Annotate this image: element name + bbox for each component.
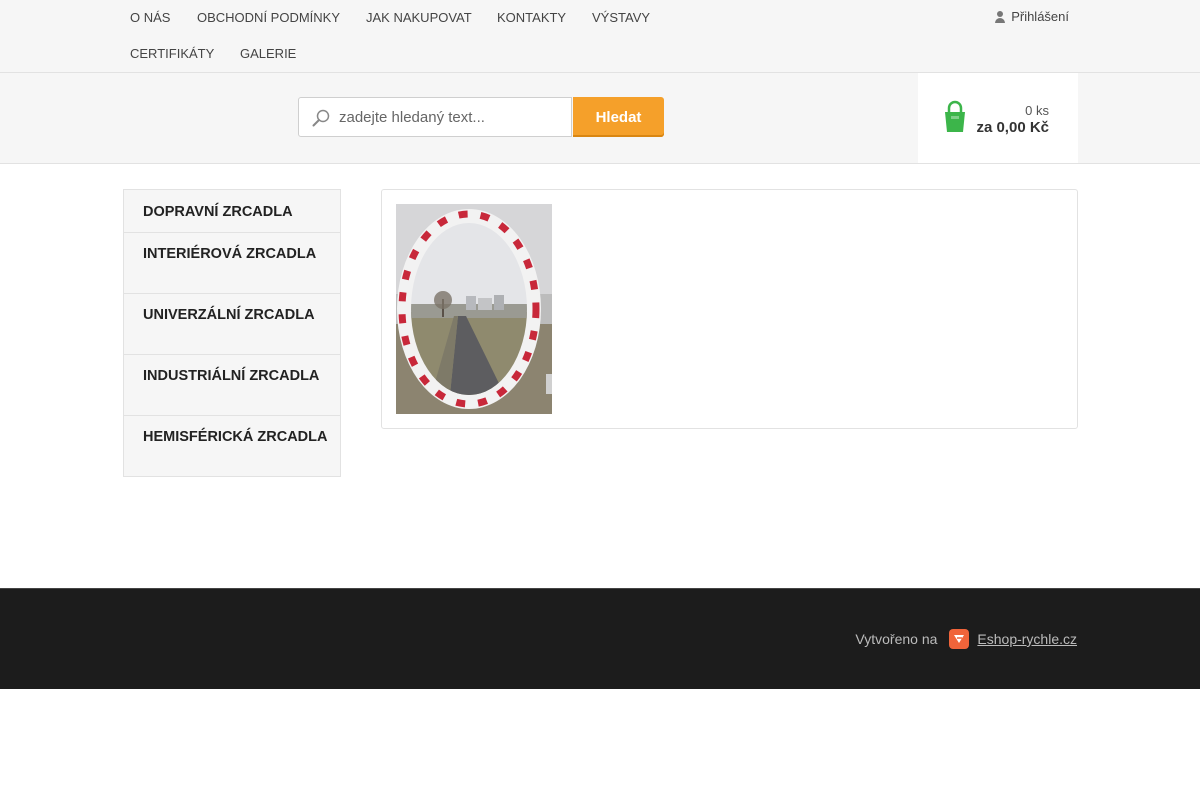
- search-box: [298, 97, 572, 137]
- cart-icon: [945, 100, 965, 132]
- category-item[interactable]: INDUSTRIÁLNÍ ZRCADLA: [124, 355, 340, 416]
- nav-link-galerie[interactable]: GALERIE: [240, 46, 296, 62]
- category-item[interactable]: UNIVERZÁLNÍ ZRCADLA: [124, 294, 340, 355]
- category-item[interactable]: HEMISFÉRICKÁ ZRCADLA: [124, 416, 340, 476]
- gallery-image-traffic-mirror[interactable]: [396, 204, 552, 414]
- credit-text: Vytvořeno na: [855, 631, 938, 647]
- category-label: DOPRAVNÍ ZRCADLA: [143, 204, 293, 220]
- search-icon: [312, 109, 330, 127]
- category-item[interactable]: INTERIÉROVÁ ZRCADLA: [124, 233, 340, 294]
- category-label: INTERIÉROVÁ ZRCADLA: [143, 246, 317, 262]
- footer: Vytvořeno na Eshop-rychle.cz: [0, 588, 1200, 689]
- nav-link-vystavy[interactable]: VÝSTAVY: [592, 10, 650, 26]
- user-icon: [995, 10, 1006, 24]
- cart-count: 0 ks: [1025, 103, 1049, 118]
- top-bar: O NÁS OBCHODNÍ PODMÍNKY JAK NAKUPOVAT KO…: [0, 0, 1200, 73]
- nav-link-obchodni-podminky[interactable]: OBCHODNÍ PODMÍNKY: [197, 10, 340, 26]
- nav-link-kontakty[interactable]: KONTAKTY: [497, 10, 566, 26]
- nav-link-o-nas[interactable]: O NÁS: [130, 10, 170, 26]
- eshop-logo-icon: [949, 629, 970, 649]
- eshop-rychle-link[interactable]: Eshop-rychle.cz: [977, 631, 1077, 647]
- category-label: UNIVERZÁLNÍ ZRCADLA: [143, 307, 315, 323]
- header: Hledat 0 ks za 0,00 Kč: [0, 73, 1200, 164]
- gallery-panel: [381, 189, 1078, 429]
- category-sidebar: DOPRAVNÍ ZRCADLA INTERIÉROVÁ ZRCADLA UNI…: [123, 189, 341, 477]
- cart-total: za 0,00 Kč: [976, 119, 1049, 136]
- login-label: Přihlášení: [1011, 9, 1069, 24]
- category-label: HEMISFÉRICKÁ ZRCADLA: [143, 429, 328, 445]
- search-input[interactable]: [339, 98, 567, 136]
- search-button[interactable]: Hledat: [573, 97, 664, 137]
- nav-link-jak-nakupovat[interactable]: JAK NAKUPOVAT: [366, 10, 472, 26]
- login-link[interactable]: Přihlášení: [995, 9, 1069, 24]
- category-item[interactable]: DOPRAVNÍ ZRCADLA: [124, 190, 340, 233]
- nav-link-certifikaty[interactable]: CERTIFIKÁTY: [130, 46, 214, 62]
- traffic-mirror-image: [396, 204, 552, 414]
- cart-widget[interactable]: 0 ks za 0,00 Kč: [918, 73, 1078, 163]
- category-label: INDUSTRIÁLNÍ ZRCADLA: [143, 368, 320, 384]
- footer-credit: Vytvořeno na Eshop-rychle.cz: [855, 629, 1077, 649]
